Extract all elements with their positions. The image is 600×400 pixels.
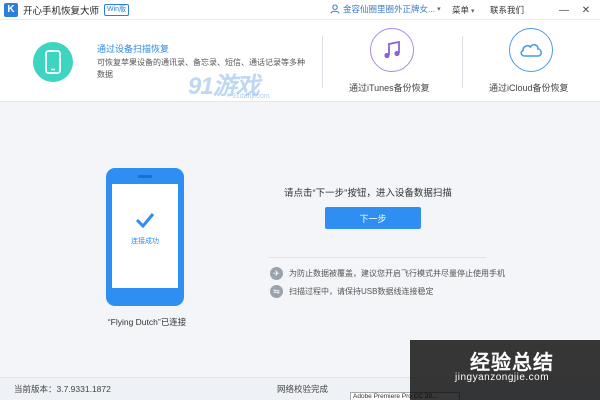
minimize-button[interactable]: —: [556, 2, 572, 18]
app-logo: K: [4, 2, 18, 17]
menu-button[interactable]: 菜单 ▾: [452, 4, 475, 16]
corner-watermark-url: jingyanzongjie.com: [455, 372, 550, 383]
mode-icloud-circle: [509, 28, 553, 72]
usb-icon: ⇋: [270, 285, 283, 298]
user-name: 金容仙圈里圈外正牌女...: [343, 4, 436, 14]
phone-speaker: [138, 175, 152, 178]
user-icon: [330, 4, 340, 14]
music-note-icon: [384, 40, 400, 59]
phone-illustration: 连接成功: [106, 168, 184, 306]
contact-us-link[interactable]: 联系我们: [490, 4, 524, 16]
tip-airplane: ✈ 为防止数据被覆盖，建议您开启飞行模式并尽量停止使用手机: [270, 267, 505, 280]
next-button[interactable]: 下一步: [325, 207, 421, 229]
site-watermark-url: 91danji.com: [232, 93, 270, 100]
user-account[interactable]: 金容仙圈里圈外正牌女... ▾: [330, 3, 441, 15]
chevron-down-icon: ▾: [471, 8, 475, 15]
tip-text: 扫描过程中，请保持USB数据线连接稳定: [289, 287, 434, 296]
instruction-text: 请点击“下一步”按钮，进入设备数据扫描: [284, 188, 452, 199]
version-text: 当前版本：3.7.9331.1872: [14, 384, 111, 394]
mode-icloud-label: 通过iCloud备份恢复: [489, 83, 569, 93]
airplane-icon: ✈: [270, 267, 283, 280]
phone-icon: [45, 50, 61, 74]
device-name: “Flying Dutch”已连接: [107, 317, 187, 327]
mode-itunes-label: 通过iTunes备份恢复: [349, 83, 430, 93]
tip-usb: ⇋ 扫描过程中，请保持USB数据线连接稳定: [270, 285, 433, 298]
phone-screen: 连接成功: [112, 184, 178, 288]
mode-device-circle: [33, 42, 73, 82]
edition-badge: Win版: [104, 3, 130, 16]
chevron-down-icon: ▾: [437, 6, 441, 13]
close-button[interactable]: ✕: [578, 2, 594, 18]
divider: [462, 36, 463, 88]
verify-status: 网络校验完成: [277, 384, 329, 394]
cloud-icon: [520, 43, 542, 57]
divider: [268, 257, 486, 258]
menu-label: 菜单: [452, 5, 470, 15]
mode-device-title: 通过设备扫描恢复: [97, 44, 170, 54]
tip-text: 为防止数据被覆盖，建议您开启飞行模式并尽量停止使用手机: [289, 269, 505, 278]
mode-itunes-circle: [370, 28, 414, 72]
corner-watermark-title: 经验总结: [470, 352, 554, 374]
checkmark-icon: [112, 212, 178, 233]
connection-status: 连接成功: [131, 238, 159, 245]
app-title: 开心手机恢复大师: [23, 5, 100, 17]
title-bar: K 开心手机恢复大师 Win版 金容仙圈里圈外正牌女... ▾ 菜单 ▾ 联系我们…: [0, 0, 600, 20]
recovery-mode-bar: 通过设备扫描恢复 可恢复苹果设备的通讯录、备忘录、短信、通话记录等多种数据 通过…: [0, 20, 600, 102]
divider: [322, 36, 323, 88]
